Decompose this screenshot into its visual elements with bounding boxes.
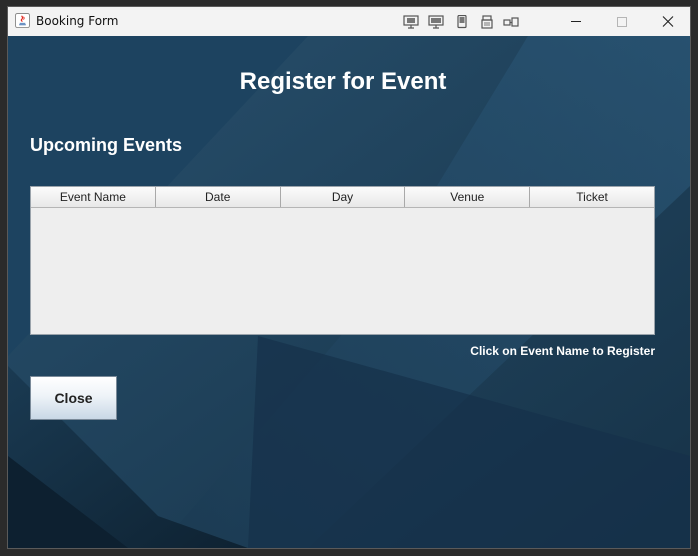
main-panel: Register for Event Upcoming Events Event… [8,36,690,548]
printer-icon[interactable] [479,15,495,29]
column-header-ticket[interactable]: Ticket [530,187,654,207]
minimize-button[interactable] [553,7,599,36]
column-header-day[interactable]: Day [280,187,406,207]
title-bar[interactable]: Booking Form [8,7,690,37]
register-hint: Click on Event Name to Register [470,344,655,358]
booking-form-window: Booking Form Register for Event Upcoming… [7,6,691,549]
column-header-event-name[interactable]: Event Name [31,187,156,207]
maximize-button[interactable] [599,7,645,36]
events-table[interactable]: Event Name Date Day Venue Ticket [30,186,655,335]
java-app-icon [15,13,30,28]
page-title: Register for Event [239,68,447,95]
monitor-icon[interactable] [428,15,444,29]
close-window-button[interactable] [645,7,691,36]
share-icon[interactable] [503,15,519,29]
window-title: Booking Form [36,14,119,28]
tablet-icon[interactable] [454,15,470,29]
section-title: Upcoming Events [30,135,183,155]
close-button[interactable]: Close [30,376,117,420]
table-header: Event Name Date Day Venue Ticket [31,187,654,208]
column-header-date[interactable]: Date [155,187,281,207]
column-header-venue[interactable]: Venue [405,187,531,207]
monitor-icon[interactable] [403,15,419,29]
